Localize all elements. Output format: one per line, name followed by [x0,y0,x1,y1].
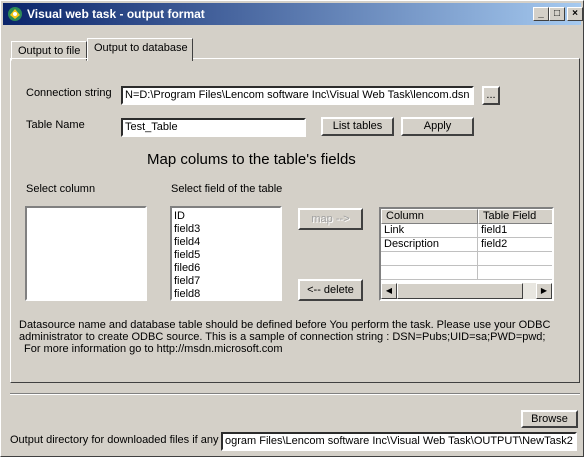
window-title: Visual web task - output format [27,7,205,21]
list-item[interactable]: field4 [172,236,280,249]
table-name-label: Table Name [26,119,85,131]
list-item[interactable]: field5 [172,249,280,262]
connection-browse-button[interactable]: ... [482,86,500,105]
minimize-icon: _ [538,8,544,19]
output-browse-button[interactable]: Browse [521,410,578,428]
grid-header-table-field[interactable]: Table Field [478,209,552,224]
app-window: Visual web task - output format _ □ × Ou… [0,0,584,457]
maximize-button[interactable]: □ [549,7,565,21]
info-text: Datasource name and database table shoul… [19,319,574,355]
column-list[interactable] [25,206,147,301]
grid-cell[interactable] [478,252,552,266]
info-line: For more information go to http://msdn.m… [24,343,283,355]
info-line: administrator to create ODBC source. Thi… [19,331,546,343]
list-tables-button[interactable]: List tables [321,117,394,136]
mapping-heading: Map colums to the table's fields [147,151,356,168]
map-button[interactable]: map --> [298,208,363,230]
title-bar[interactable]: Visual web task - output format _ □ × [3,3,583,25]
delete-button[interactable]: <-- delete [298,279,363,301]
select-column-label: Select column [26,183,96,195]
list-item[interactable]: field8 [172,288,280,301]
grid-cell[interactable]: field1 [478,224,552,238]
maximize-icon: □ [553,8,561,19]
info-line: Datasource name and database table shoul… [19,319,551,331]
output-dir-label: Output directory for downloaded files if… [10,434,219,446]
select-field-label: Select field of the table [171,183,283,195]
separator [10,393,580,395]
grid-cell[interactable]: Link [381,224,478,238]
scroll-left-icon[interactable]: ◀ [381,283,397,299]
field-list[interactable]: ID field3 field4 field5 filed6 field7 fi… [170,206,282,301]
grid-cell[interactable]: Description [381,238,478,252]
output-dir-input[interactable]: ogram Files\Lencom software Inc\Visual W… [221,432,577,451]
mapping-grid[interactable]: Column Table Field Link field1 Descripti… [379,207,554,301]
grid-cell[interactable] [381,266,478,280]
grid-cell[interactable] [381,252,478,266]
list-item[interactable]: filed6 [172,262,280,275]
close-icon: × [572,8,578,19]
apply-button[interactable]: Apply [401,117,474,136]
grid-cell[interactable]: field2 [478,238,552,252]
connection-string-input[interactable]: N=D:\Program Files\Lencom software Inc\V… [121,86,474,105]
grid-horizontal-scrollbar[interactable]: ◀ ▶ [381,283,552,299]
table-name-input[interactable]: Test_Table [121,118,306,137]
scroll-thumb[interactable] [397,283,523,299]
list-item[interactable]: field3 [172,223,280,236]
grid-cell[interactable] [478,266,552,280]
close-button[interactable]: × [567,7,583,21]
minimize-button[interactable]: _ [533,7,549,21]
connection-string-label: Connection string [26,87,112,99]
scroll-right-icon[interactable]: ▶ [536,283,552,299]
list-item[interactable]: field7 [172,275,280,288]
tab-label: Output to file [18,45,81,57]
list-item[interactable]: ID [172,210,280,223]
tab-output-to-database[interactable]: Output to database [87,38,193,61]
app-icon [8,7,22,21]
grid-header-column[interactable]: Column [381,209,478,224]
tab-label: Output to database [94,42,188,54]
